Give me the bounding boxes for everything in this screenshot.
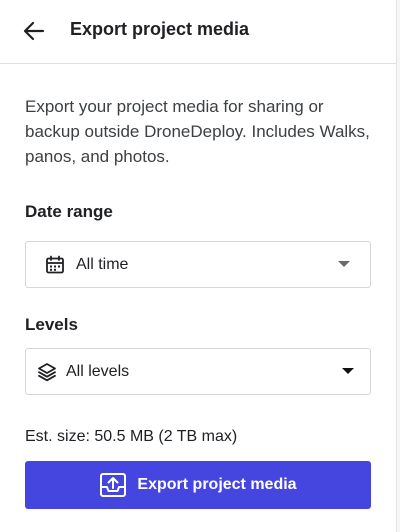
page-title: Export project media [70,19,250,39]
export-button-label: Export project media [137,476,297,493]
back-button[interactable] [14,14,54,48]
arrow-left-icon [23,21,45,41]
levels-select[interactable]: All levels [25,348,371,395]
calendar-icon [44,254,66,276]
date-range-select[interactable]: All time [25,241,371,288]
export-description: Export your project media for sharing or… [25,97,370,166]
levels-value: All levels [66,363,130,380]
date-range-label: Date range [25,202,113,221]
export-tray-icon [99,472,127,498]
chevron-down-icon [342,368,354,374]
panel-header: Export project media [0,0,396,64]
chevron-down-icon [338,261,350,267]
layers-icon [36,361,58,383]
export-project-media-button[interactable]: Export project media [25,461,371,509]
background-edge [396,0,400,532]
export-media-panel: Export project media Export your project… [0,0,396,532]
estimated-size: Est. size: 50.5 MB (2 TB max) [25,428,238,445]
date-range-value: All time [76,256,129,273]
levels-label: Levels [25,315,78,334]
